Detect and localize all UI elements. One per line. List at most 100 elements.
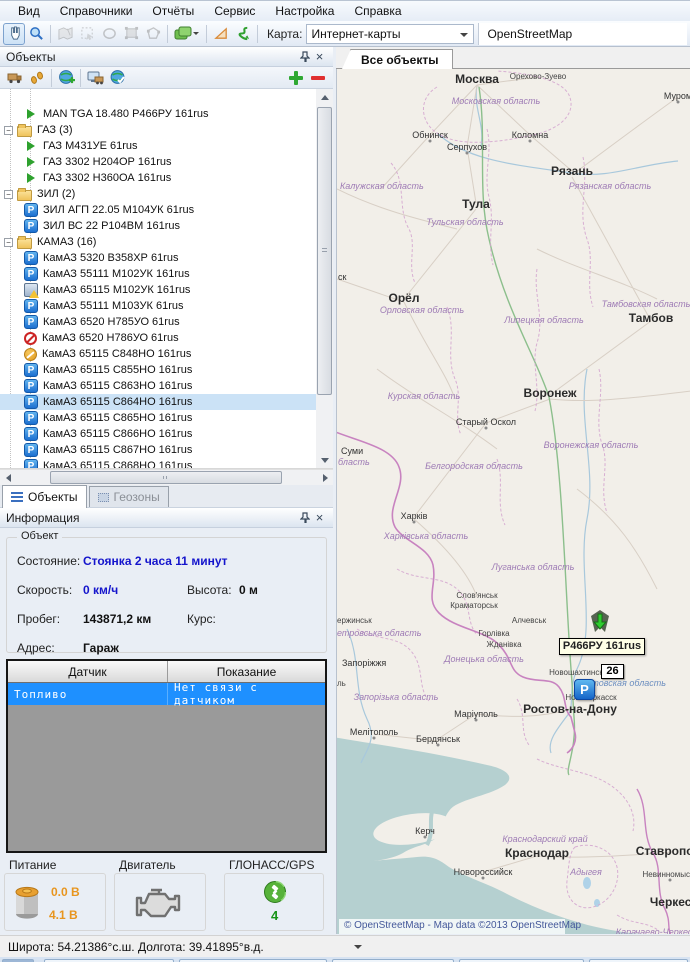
tracks-button[interactable]: [26, 67, 48, 89]
measure-button[interactable]: [210, 23, 232, 45]
sensor-row[interactable]: Топливо Нет связи с датчиком: [8, 683, 325, 705]
scrollbar-thumb[interactable]: [317, 107, 332, 395]
tree-item[interactable]: КамАЗ 65115 С868НО 161rus: [0, 458, 316, 469]
close-button[interactable]: ×: [312, 511, 327, 525]
pin-button[interactable]: [297, 511, 312, 525]
scrollbar-thumb[interactable]: [50, 471, 282, 484]
chevron-down-icon[interactable]: [354, 945, 362, 949]
vehicle-monitor-button[interactable]: [84, 67, 106, 89]
tree-item[interactable]: КамАЗ 5320 В358ХР 61rus: [0, 250, 316, 266]
map-label: Ставрополь: [636, 844, 690, 858]
tree-group[interactable]: ЗИЛ (2): [0, 186, 316, 202]
tree-vertical-scrollbar[interactable]: [316, 89, 333, 468]
tree-item[interactable]: КамАЗ 6520 Н786УО 61rus: [0, 330, 316, 346]
map-source-combo[interactable]: Интернет-карты: [306, 24, 474, 44]
tree-item[interactable]: ГАЗ М431УЕ 61rus: [0, 138, 316, 154]
zoom-button[interactable]: [25, 23, 47, 45]
globe-add-button[interactable]: [55, 67, 77, 89]
object-info-group: Объект Состояние: Стоянка 2 часа 11 мину…: [6, 537, 327, 653]
info-panel-header: Информация ×: [0, 508, 333, 528]
engine-label: Двигатель: [119, 858, 176, 872]
parking-marker[interactable]: P: [574, 679, 595, 700]
tree-item[interactable]: КамАЗ 6520 Н785УО 61rus: [0, 314, 316, 330]
select-area-button[interactable]: [76, 23, 98, 45]
globe-check-button[interactable]: [106, 67, 128, 89]
parking-icon: [24, 267, 38, 281]
map-label: Донецька область: [443, 654, 524, 664]
collapse-icon[interactable]: [4, 190, 13, 199]
layers-button[interactable]: [171, 23, 203, 45]
vehicles-button[interactable]: [4, 67, 26, 89]
map-canvas[interactable]: МоскваОрехово-ЗуевоМосковская областьМур…: [336, 69, 690, 934]
tree-group[interactable]: КАМАЗ (16): [0, 234, 316, 250]
map-label: Тульская область: [426, 217, 503, 227]
map-provider-field[interactable]: OpenStreetMap: [478, 23, 687, 45]
vehicle-arrow-marker[interactable]: [591, 610, 609, 632]
menu-item[interactable]: Настройка: [265, 2, 344, 21]
map-label: ль: [337, 679, 346, 688]
remove-object-button[interactable]: [307, 67, 329, 89]
tree-item[interactable]: КамАЗ 65115 С863НО 161rus: [0, 378, 316, 394]
tree-item[interactable]: КамАЗ 65115 С855НО 161rus: [0, 362, 316, 378]
add-object-button[interactable]: [285, 67, 307, 89]
scroll-up-button[interactable]: [316, 89, 333, 105]
tree-item[interactable]: КамАЗ 65115 С867НО 161rus: [0, 442, 316, 458]
scroll-right-button[interactable]: [317, 470, 333, 486]
tree-item[interactable]: КамАЗ 65115 М102УК 161rus: [0, 282, 316, 298]
tree-item[interactable]: КамАЗ 65115 С865НО 161rus: [0, 410, 316, 426]
collapse-icon[interactable]: [4, 238, 13, 247]
ellipse-tool-button[interactable]: [98, 23, 120, 45]
map-label: Воронеж: [524, 386, 577, 400]
menu-item[interactable]: Отчёты: [142, 2, 204, 21]
tree-item[interactable]: ЗИЛ ВС 22 Р104ВМ 161rus: [0, 218, 316, 234]
tree-item-label: ЗИЛ (2): [37, 188, 75, 200]
menu-item[interactable]: Справка: [344, 2, 411, 21]
map-tab-all-objects[interactable]: Все объекты: [350, 49, 453, 69]
scroll-down-button[interactable]: [316, 452, 333, 468]
mileage-value: 143871,2 км: [83, 612, 151, 626]
objects-tree: MAN TGA 18.480 Р466РУ 161rusГАЗ (3)ГАЗ М…: [0, 89, 333, 469]
map-label: ск: [338, 272, 347, 282]
tree-item[interactable]: КамАЗ 65115 С866НО 161rus: [0, 426, 316, 442]
menu-item[interactable]: Вид: [8, 2, 50, 21]
map-label: Старый Оскол: [456, 417, 516, 427]
tree-item[interactable]: КамАЗ 65115 С864НО 161rus: [0, 394, 316, 410]
cluster-badge[interactable]: 26: [601, 664, 624, 679]
tree-item[interactable]: ГАЗ 3302 Н360ОА 161rus: [0, 170, 316, 186]
arrow-up-icon: [321, 95, 329, 100]
polygon-tool-button[interactable]: [142, 23, 164, 45]
toolbar-separator: [257, 25, 258, 43]
no-satellite-icon: [24, 348, 37, 361]
menu-item[interactable]: Справочники: [50, 2, 143, 21]
tree-item[interactable]: КамАЗ 55111 М102УК 161rus: [0, 266, 316, 282]
tree-item[interactable]: ГАЗ 3302 Н204ОР 161rus: [0, 154, 316, 170]
speed-value: 0 км/ч: [83, 583, 118, 597]
map-label: Харків: [401, 511, 428, 521]
tree-item[interactable]: ЗИЛ АГП 22.05 М104УК 61rus: [0, 202, 316, 218]
rectangle-tool-button[interactable]: [120, 23, 142, 45]
pan-hand-button[interactable]: [3, 23, 25, 45]
collapse-icon[interactable]: [4, 126, 13, 135]
pin-button[interactable]: [297, 50, 312, 64]
map-provider-value: OpenStreetMap: [487, 27, 572, 41]
scroll-left-button[interactable]: [0, 470, 16, 486]
tree-item[interactable]: MAN TGA 18.480 Р466РУ 161rus: [0, 106, 316, 122]
map-label: Алчевськ: [512, 616, 547, 625]
tree-item[interactable]: КамАЗ 55111 М103УК 61rus: [0, 298, 316, 314]
tree-horizontal-scrollbar[interactable]: [0, 469, 333, 485]
route-button[interactable]: [232, 23, 254, 45]
toolbar-separator: [80, 69, 81, 87]
tab-objects[interactable]: Объекты: [2, 485, 87, 508]
map-label: Слов'янськ: [456, 591, 498, 600]
parking-icon: [24, 459, 38, 469]
pin-icon: [300, 51, 310, 62]
map-label: Мелітополь: [350, 727, 399, 737]
tree-item[interactable]: КамАЗ 65115 С848НО 161rus: [0, 346, 316, 362]
map-edit-button[interactable]: [54, 23, 76, 45]
menu-item[interactable]: Сервис: [204, 2, 265, 21]
monitor-warning-icon: [24, 283, 38, 297]
close-button[interactable]: ×: [312, 50, 327, 64]
tree-item-label: КамАЗ 6520 Н785УО 61rus: [43, 316, 180, 328]
tab-geozones[interactable]: Геозоны: [89, 486, 169, 507]
tree-group[interactable]: ГАЗ (3): [0, 122, 316, 138]
